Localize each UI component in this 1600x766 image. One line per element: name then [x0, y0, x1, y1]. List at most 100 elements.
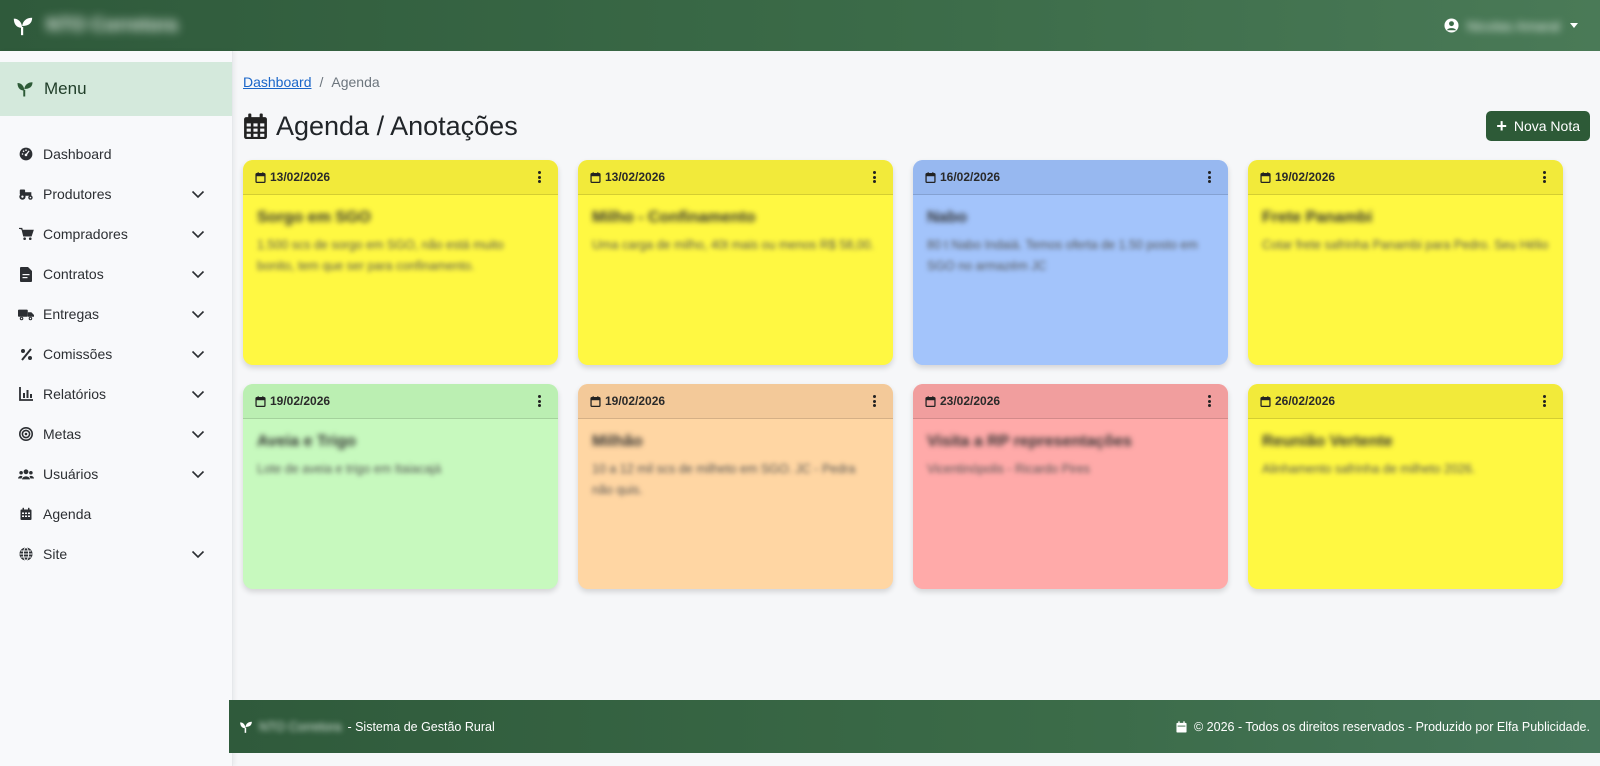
note-card[interactable]: 13/02/2026 Milho - Confinamento Uma carga …	[578, 160, 893, 365]
footer-left: NTO Corretora - Sistema de Gestão Rural	[239, 720, 495, 734]
note-header: 19/02/2026	[243, 384, 558, 419]
user-menu-dropdown[interactable]: Nicolas Amaral	[1444, 18, 1578, 34]
sidebar-item-metas[interactable]: Metas	[0, 414, 232, 454]
brand[interactable]: NTO Corretora	[12, 15, 178, 37]
note-card[interactable]: 23/02/2026 Visita a RP representações Vice…	[913, 384, 1228, 589]
note-title: Nabo	[927, 209, 967, 226]
caret-down-icon	[1570, 23, 1578, 28]
sidebar-item-produtores[interactable]: Produtores	[0, 174, 232, 214]
sidebar-item-label: Compradores	[43, 226, 128, 242]
contract-icon	[18, 266, 34, 282]
sidebar-item-label: Agenda	[43, 506, 92, 522]
note-text: Vicentinópolis - Ricardo Pires	[927, 462, 1091, 476]
main-content: Dashboard / Agenda Agenda / Anotações + …	[233, 51, 1600, 715]
note-title: Visita a RP representações	[927, 433, 1132, 450]
note-text: 1.500 scs de sorgo em SGO, não está muit…	[257, 238, 504, 273]
page-title: Agenda / Anotações	[243, 111, 518, 142]
more-options-icon[interactable]	[1202, 170, 1216, 184]
percent-icon	[18, 346, 34, 362]
note-header: 23/02/2026	[913, 384, 1228, 419]
gauge-icon	[18, 146, 34, 162]
truck-icon	[18, 306, 34, 322]
page-heading: Agenda / Anotações	[276, 111, 518, 141]
user-circle-icon	[1444, 18, 1459, 33]
target-icon	[18, 426, 34, 442]
more-options-icon[interactable]	[867, 394, 881, 408]
sidebar: Menu Dashboard Produtores Compradores Contr…	[0, 51, 233, 766]
chevron-down-icon	[191, 190, 205, 199]
footer-brand: NTO Corretora	[259, 719, 342, 734]
footer-copyright: © 2026 - Todos os direitos reservados - …	[1193, 719, 1590, 734]
sidebar-menu-header: Menu	[0, 62, 232, 116]
note-title: Milhão	[592, 433, 643, 450]
chevron-down-icon	[191, 550, 205, 559]
seedling-icon	[17, 82, 33, 97]
sidebar-item-agenda[interactable]: Agenda	[0, 494, 232, 534]
breadcrumb: Dashboard / Agenda	[243, 74, 380, 90]
note-card[interactable]: 16/02/2026 Nabo 80 t Nabo Indaiá. Temos of…	[913, 160, 1228, 365]
note-text: Alinhamento safrinha de milheto 2026.	[1262, 462, 1476, 476]
note-card[interactable]: 13/02/2026 Sorgo em SGO 1.500 scs de sorgo…	[243, 160, 558, 365]
note-card[interactable]: 19/02/2026 Milhão 10 a 12 mil scs de milhe…	[578, 384, 893, 589]
note-body: Aveia e Trigo Lote de aveia e trigo em It…	[243, 419, 558, 494]
chevron-down-icon	[191, 310, 205, 319]
note-header: 13/02/2026	[578, 160, 893, 195]
sidebar-item-label: Relatórios	[43, 386, 107, 402]
user-name: Nicolas Amaral	[1466, 17, 1560, 34]
more-options-icon[interactable]	[1537, 394, 1551, 408]
chevron-down-icon	[191, 350, 205, 359]
note-date: 19/02/2026	[270, 394, 331, 408]
sidebar-item-label: Comissões	[43, 346, 113, 362]
footer-system-name: - Sistema de Gestão Rural	[347, 719, 495, 734]
cart-icon	[18, 226, 34, 242]
calendar-icon	[255, 171, 266, 183]
chevron-down-icon	[191, 270, 205, 279]
chevron-down-icon	[191, 470, 205, 479]
note-title: Frete Panambi	[1262, 209, 1373, 226]
note-text: 80 t Nabo Indaiá. Temos oferta de 1.50 p…	[927, 238, 1198, 273]
sidebar-item-label: Entregas	[43, 306, 100, 322]
chevron-down-icon	[191, 430, 205, 439]
more-options-icon[interactable]	[1537, 170, 1551, 184]
calendar-icon	[255, 395, 266, 407]
note-header: 13/02/2026	[243, 160, 558, 195]
note-card[interactable]: 26/02/2026 Reunião Vertente Alinhamento sa…	[1248, 384, 1563, 589]
note-header: 16/02/2026	[913, 160, 1228, 195]
sidebar-item-entregas[interactable]: Entregas	[0, 294, 232, 334]
sidebar-item-site[interactable]: Site	[0, 534, 232, 574]
calendar-icon	[590, 171, 601, 183]
note-card[interactable]: 19/02/2026 Aveia e Trigo Lote de aveia e t…	[243, 384, 558, 589]
sidebar-item-label: Site	[43, 546, 68, 562]
sidebar-item-comissoes[interactable]: Comissões	[0, 334, 232, 374]
note-date: 23/02/2026	[940, 394, 1001, 408]
sidebar-item-relatorios[interactable]: Relatórios	[0, 374, 232, 414]
sidebar-item-contratos[interactable]: Contratos	[0, 254, 232, 294]
sidebar-item-label: Contratos	[43, 266, 104, 282]
note-body: Frete Panambi Cotar frete safrinha Panamb…	[1248, 195, 1563, 270]
note-date: 26/02/2026	[1275, 394, 1336, 408]
note-title: Reunião Vertente	[1262, 433, 1393, 450]
more-options-icon[interactable]	[1202, 394, 1216, 408]
footer-right: © 2026 - Todos os direitos reservados - …	[1176, 720, 1590, 734]
sidebar-item-dashboard[interactable]: Dashboard	[0, 134, 232, 174]
note-header: 19/02/2026	[1248, 160, 1563, 195]
tractor-icon	[18, 186, 34, 202]
note-card[interactable]: 19/02/2026 Frete Panambi Cotar frete safri…	[1248, 160, 1563, 365]
sidebar-item-compradores[interactable]: Compradores	[0, 214, 232, 254]
note-title: Milho - Confinamento	[592, 209, 756, 226]
note-body: Nabo 80 t Nabo Indaiá. Temos oferta de 1.…	[913, 195, 1228, 291]
more-options-icon[interactable]	[867, 170, 881, 184]
more-options-icon[interactable]	[532, 170, 546, 184]
new-note-button[interactable]: + Nova Nota	[1486, 111, 1590, 141]
sidebar-item-usuarios[interactable]: Usuários	[0, 454, 232, 494]
breadcrumb-link-dashboard[interactable]: Dashboard	[243, 74, 312, 90]
calendar-icon	[18, 506, 34, 522]
seedling-icon	[13, 17, 33, 35]
more-options-icon[interactable]	[532, 394, 546, 408]
calendar-icon	[1260, 171, 1271, 183]
note-header: 19/02/2026	[578, 384, 893, 419]
note-date: 19/02/2026	[1275, 170, 1336, 184]
chevron-down-icon	[191, 230, 205, 239]
users-icon	[18, 466, 34, 482]
note-text: Uma carga de milho, 40t mais ou menos R$…	[592, 238, 875, 252]
